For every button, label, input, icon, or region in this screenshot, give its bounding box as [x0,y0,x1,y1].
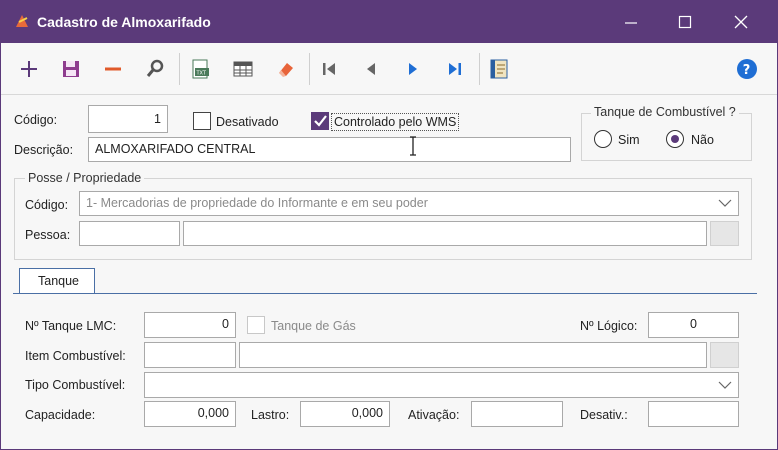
add-button[interactable] [15,55,43,83]
descricao-field[interactable]: ALMOXARIFADO CENTRAL [88,137,571,162]
save-icon [63,61,79,77]
toolbar-separator [179,53,180,85]
tab-tanque-label: Tanque [38,274,80,288]
window-title: Cadastro de Almoxarifado [37,14,211,30]
grid-icon [233,61,253,77]
wms-checkbox[interactable] [311,112,329,130]
clear-button[interactable] [271,55,299,83]
help-button[interactable]: ? [733,55,761,83]
last-record-button[interactable] [441,55,469,83]
minus-icon [105,67,121,71]
posse-title: Posse / Propriedade [25,171,145,185]
maximize-icon [678,15,692,29]
desativado-label: Desativado [216,115,279,129]
first-record-button[interactable] [315,55,343,83]
lastro-label: Lastro: [251,408,290,422]
svg-text:TXT: TXT [196,71,207,77]
tanque-gas-checkbox[interactable] [247,316,265,334]
tanque-combustivel-title: Tanque de Combustível ? [591,105,739,119]
report-button[interactable]: TXT [187,55,215,83]
ativacao-field[interactable] [471,401,563,427]
nao-label: Não [691,133,714,147]
item-name-field[interactable] [239,342,707,368]
sim-radio[interactable] [594,130,612,148]
capacidade-field[interactable]: 0,000 [144,401,236,427]
desativado-checkbox[interactable] [193,112,211,130]
desativ-label: Desativ.: [580,408,628,422]
report-icon: TXT [192,59,209,79]
nao-radio[interactable] [666,130,684,148]
minimize-button[interactable] [602,1,660,43]
pessoa-label: Pessoa: [25,228,71,242]
posse-codigo-select[interactable]: 1- Mercadorias de propriedade do Informa… [79,191,739,216]
close-icon [734,15,748,29]
chevron-down-icon [718,381,732,389]
delete-button[interactable] [99,55,127,83]
logico-field[interactable]: 0 [648,312,739,338]
item-lookup-button[interactable] [710,342,739,368]
tab-tanque[interactable]: Tanque [19,268,95,294]
help-icon: ? [737,59,757,79]
pessoa-code-field[interactable] [79,221,180,246]
tab-divider [13,293,757,294]
tipo-combustivel-select[interactable] [144,372,739,398]
save-button[interactable] [57,55,85,83]
tanque-gas-label: Tanque de Gás [271,319,356,333]
next-icon [409,63,417,75]
notes-button[interactable] [485,55,513,83]
desativ-field[interactable] [648,401,739,427]
toolbar-separator [309,53,310,85]
capacidade-label: Capacidade: [25,408,96,422]
eraser-icon [279,63,293,77]
title-bar: Cadastro de Almoxarifado [1,1,777,43]
lmc-field[interactable]: 0 [144,312,236,338]
item-code-field[interactable] [144,342,236,368]
prev-icon [367,63,375,75]
descricao-label: Descrição: [14,143,74,157]
toolbar-separator [479,53,480,85]
plus-icon [21,61,37,77]
grid-button[interactable] [229,55,257,83]
minimize-icon [625,22,637,24]
codigo-field[interactable]: 1 [88,105,168,133]
search-icon [146,59,164,77]
codigo-label: Código: [14,113,58,127]
wms-label: Controlado pelo WMS [331,113,460,131]
pessoa-lookup-button[interactable] [710,221,739,246]
first-icon [323,63,335,75]
posse-codigo-label: Código: [25,198,69,212]
toolbar: TXT ? [1,43,777,95]
logico-label: Nº Lógico: [580,319,638,333]
item-combustivel-label: Item Combustível: [25,349,126,363]
search-button[interactable] [141,55,169,83]
app-logo-icon [16,15,28,27]
sim-label: Sim [618,133,640,147]
text-cursor-icon [410,136,416,156]
next-record-button[interactable] [399,55,427,83]
previous-record-button[interactable] [357,55,385,83]
maximize-button[interactable] [656,1,714,43]
pessoa-name-field[interactable] [183,221,707,246]
svg-text:?: ? [743,63,751,78]
lastro-field[interactable]: 0,000 [300,401,390,427]
lmc-label: Nº Tanque LMC: [25,319,117,333]
checkmark-icon [314,115,327,127]
notes-icon [490,59,508,79]
app-window: Cadastro de Almoxarifado TXT ? Código: 1… [0,0,778,450]
tipo-combustivel-label: Tipo Combustível: [25,378,126,392]
close-button[interactable] [712,1,770,43]
ativacao-label: Ativação: [408,408,460,422]
chevron-down-icon [718,199,732,207]
last-icon [449,63,461,75]
